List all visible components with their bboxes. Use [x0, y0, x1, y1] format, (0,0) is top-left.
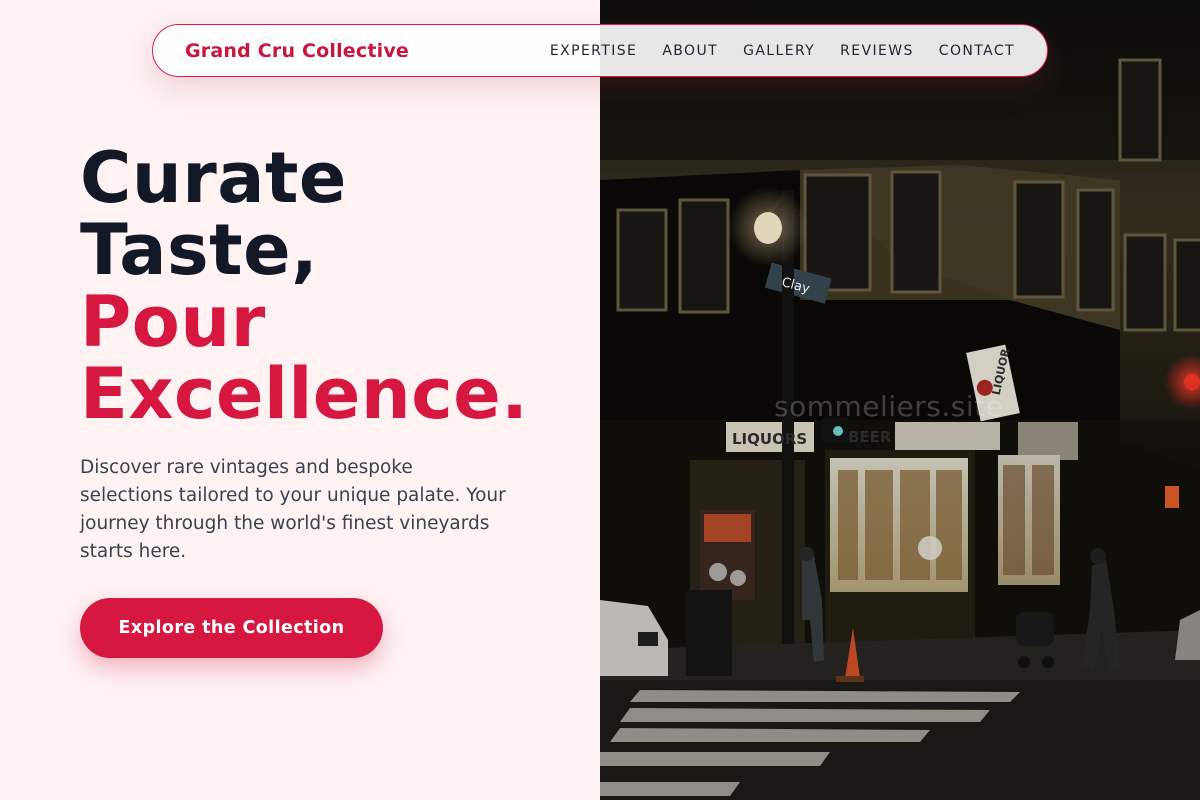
nav-links: EXPERTISE ABOUT GALLERY REVIEWS CONTACT — [550, 43, 1015, 59]
nav-link-reviews[interactable]: REVIEWS — [840, 43, 914, 59]
headline-line-4: Excellence. — [80, 353, 529, 435]
nav-link-about[interactable]: ABOUT — [662, 43, 718, 59]
store-sign-beer: BEER — [848, 428, 892, 446]
explore-collection-button[interactable]: Explore the Collection — [80, 598, 383, 658]
hero-headline: Curate Taste, Pour Excellence. — [80, 142, 580, 430]
headline-line-2: Taste, — [80, 209, 319, 291]
store-sign-liquors: LIQUORS — [732, 430, 807, 448]
nav-link-expertise[interactable]: EXPERTISE — [550, 43, 637, 59]
headline-line-1: Curate — [80, 137, 347, 219]
hero-description: Discover rare vintages and bespoke selec… — [80, 457, 506, 562]
nav-link-gallery[interactable]: GALLERY — [743, 43, 815, 59]
image-watermark: sommeliers.site — [774, 390, 1004, 423]
top-nav: Grand Cru Collective EXPERTISE ABOUT GAL… — [152, 24, 1048, 77]
headline-line-3: Pour — [80, 281, 266, 363]
brand-logo[interactable]: Grand Cru Collective — [185, 40, 409, 62]
nav-link-contact[interactable]: CONTACT — [939, 43, 1015, 59]
